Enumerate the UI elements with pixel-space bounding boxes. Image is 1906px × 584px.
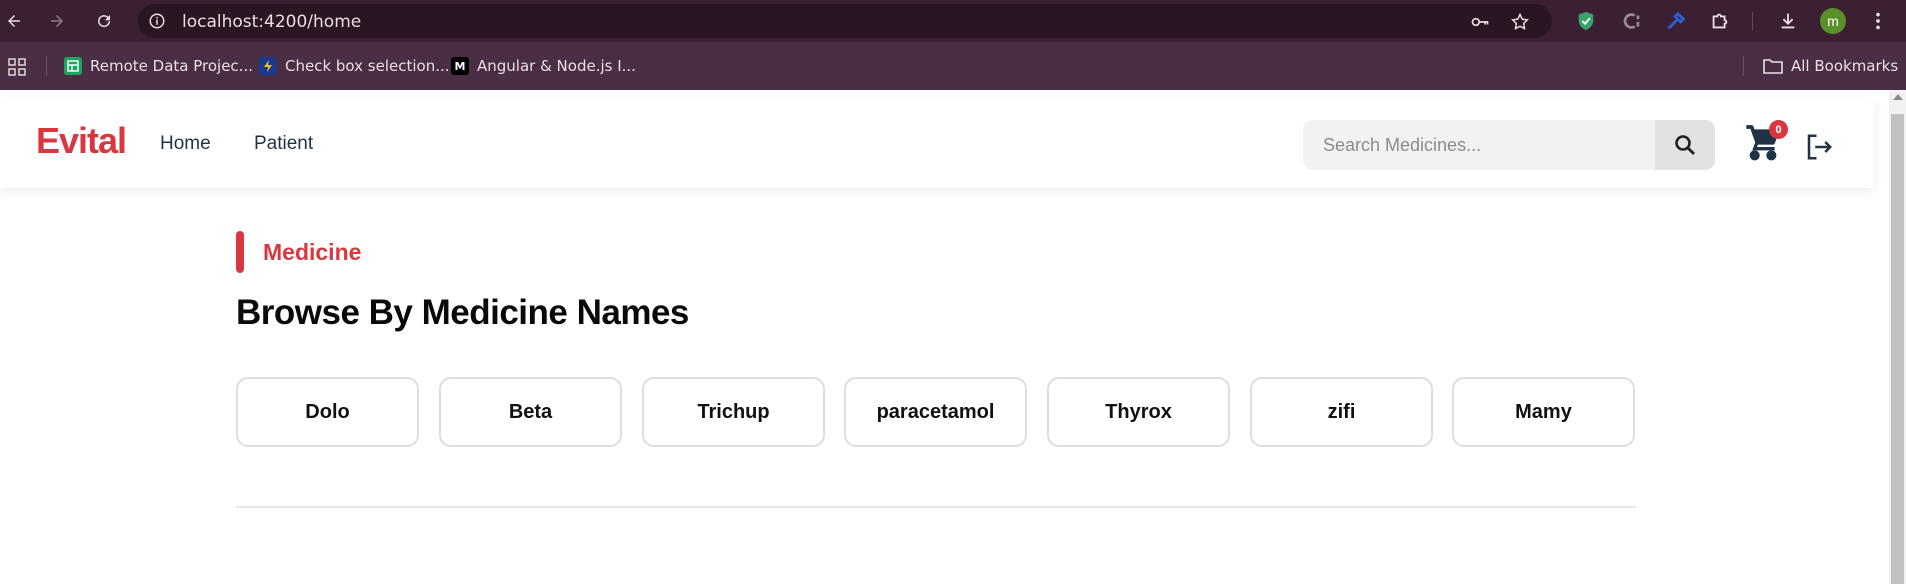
forward-icon[interactable] bbox=[45, 9, 69, 33]
bookmark-label: Remote Data Projec... bbox=[90, 57, 253, 75]
search-button[interactable] bbox=[1655, 120, 1715, 170]
url-text[interactable]: localhost:4200/home bbox=[182, 12, 361, 32]
c-extension-icon[interactable] bbox=[1620, 9, 1644, 33]
star-icon[interactable] bbox=[1510, 12, 1530, 32]
extensions-puzzle-icon[interactable] bbox=[1708, 9, 1732, 33]
medicine-chip-dolo[interactable]: Dolo bbox=[236, 377, 419, 447]
back-icon[interactable] bbox=[2, 9, 26, 33]
eyedropper-extension-icon[interactable] bbox=[1664, 9, 1688, 33]
menu-dots-icon[interactable] bbox=[1866, 9, 1890, 33]
page-viewport: Evital Home Patient 0 Medicine Bro bbox=[0, 90, 1906, 584]
cart-count-badge: 0 bbox=[1769, 120, 1788, 139]
profile-avatar[interactable]: m bbox=[1820, 8, 1846, 34]
browser-toolbar: localhost:4200/home m bbox=[0, 0, 1906, 42]
section-label: Medicine bbox=[263, 239, 362, 265]
search-input[interactable] bbox=[1303, 120, 1655, 170]
all-bookmarks[interactable]: All Bookmarks bbox=[1763, 56, 1898, 76]
logo[interactable]: Evital bbox=[36, 120, 127, 162]
bookmarks-bar: Remote Data Projec... Check box selectio… bbox=[0, 42, 1906, 90]
page-title: Browse By Medicine Names bbox=[236, 293, 689, 332]
bookmark-label: Angular & Node.js I... bbox=[477, 57, 636, 75]
bookmark-angular-node[interactable]: M Angular & Node.js I... bbox=[451, 56, 636, 76]
nav-patient[interactable]: Patient bbox=[254, 133, 313, 155]
scrollbar-thumb[interactable] bbox=[1891, 114, 1904, 584]
scroll-up-arrow-icon[interactable] bbox=[1893, 94, 1903, 100]
page-scrollbar[interactable] bbox=[1889, 90, 1906, 584]
shield-extension-icon[interactable] bbox=[1574, 9, 1598, 33]
download-icon[interactable] bbox=[1776, 9, 1800, 33]
medicine-chip-thyrox[interactable]: Thyrox bbox=[1047, 377, 1230, 447]
address-bar[interactable]: localhost:4200/home bbox=[138, 4, 1552, 38]
search-box bbox=[1303, 120, 1715, 170]
bookmark-remote-data[interactable]: Remote Data Projec... bbox=[64, 56, 253, 76]
apps-grid-icon[interactable] bbox=[8, 58, 26, 76]
logout-icon[interactable] bbox=[1804, 132, 1834, 162]
bookmark-label: Check box selection... bbox=[285, 57, 450, 75]
nav-home[interactable]: Home bbox=[160, 133, 211, 155]
stackblitz-icon bbox=[259, 57, 277, 75]
password-key-icon[interactable] bbox=[1470, 12, 1490, 32]
app-header: Evital Home Patient 0 bbox=[0, 98, 1874, 188]
site-info-icon[interactable] bbox=[148, 12, 166, 30]
medium-icon: M bbox=[451, 57, 469, 75]
medicine-chip-beta[interactable]: Beta bbox=[439, 377, 622, 447]
folder-icon bbox=[1763, 59, 1783, 74]
sheets-icon bbox=[64, 57, 82, 75]
section-divider bbox=[236, 506, 1636, 508]
all-bookmarks-label: All Bookmarks bbox=[1791, 57, 1899, 75]
medicine-chip-zifi[interactable]: zifi bbox=[1250, 377, 1433, 447]
medicine-chip-paracetamol[interactable]: paracetamol bbox=[844, 377, 1027, 447]
reload-icon[interactable] bbox=[92, 9, 116, 33]
bookmark-checkbox-selection[interactable]: Check box selection... bbox=[259, 56, 450, 76]
medicine-chip-trichup[interactable]: Trichup bbox=[642, 377, 825, 447]
section-accent-bar bbox=[236, 231, 244, 273]
search-icon bbox=[1675, 135, 1695, 155]
medicine-chip-mamy[interactable]: Mamy bbox=[1452, 377, 1635, 447]
